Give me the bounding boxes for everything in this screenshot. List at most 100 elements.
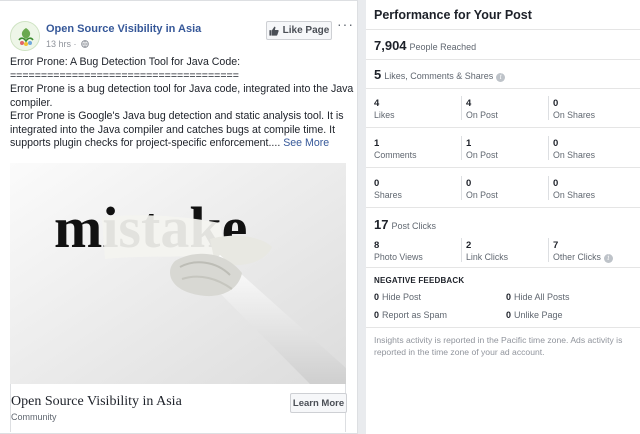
mistake-eraser-photo: mistake: [10, 163, 346, 384]
column-separator: [461, 176, 462, 200]
shares-cell: 0 Shares: [374, 178, 462, 200]
unlike-page-stat: 0 Unlike Page: [506, 310, 563, 320]
comments-on-shares-count: 0: [553, 138, 559, 149]
post-text-line: Error Prone: A Bug Detection Tool for Ja…: [10, 56, 241, 68]
like-page-button[interactable]: Like Page: [266, 21, 332, 40]
post-card: Open Source Visibility in Asia 13 hrs · …: [0, 0, 358, 434]
comments-label: Comments: [374, 150, 417, 160]
engagement-number: 5: [374, 67, 382, 82]
shares-on-shares-label: On Shares: [553, 190, 596, 200]
engagement-metric: 5 Likes, Comments & Shares i: [374, 66, 506, 84]
column-separator: [548, 96, 549, 120]
shares-on-post-count: 0: [466, 178, 472, 189]
post-text-line: compiler.: [10, 96, 53, 109]
comments-on-shares-cell: 0 On Shares: [553, 138, 640, 160]
divider: [366, 207, 640, 208]
likes-on-post-cell: 4 On Post: [466, 98, 554, 120]
negative-feedback-title: NEGATIVE FEEDBACK: [374, 276, 465, 285]
link-category: Community: [11, 412, 57, 422]
divider: [366, 267, 640, 268]
likes-on-post-label: On Post: [466, 110, 498, 120]
post-text-line-last: supports plugin checks for project-speci…: [10, 137, 350, 151]
post-clicks-metric: 17 Post Clicks: [374, 216, 436, 234]
divider: [366, 327, 640, 328]
report-spam-count: 0: [374, 310, 380, 320]
time-separator: ·: [73, 39, 77, 49]
shares-on-shares-count: 0: [553, 178, 559, 189]
post-text-line: =====================================: [10, 69, 239, 82]
comments-cell: 1 Comments: [374, 138, 462, 160]
column-separator: [548, 176, 549, 200]
shares-on-shares-cell: 0 On Shares: [553, 178, 640, 200]
comments-count: 1: [374, 138, 380, 149]
shares-on-post-cell: 0 On Post: [466, 178, 554, 200]
learn-more-button[interactable]: Learn More: [290, 393, 347, 413]
hide-all-posts-label: Hide All Posts: [514, 292, 570, 302]
post-timestamp[interactable]: 13 hrs ·: [46, 39, 89, 49]
insights-title: Performance for Your Post: [374, 8, 532, 22]
post-text-line: integrated into the Java compiler and ca…: [10, 123, 336, 136]
unlike-page-count: 0: [506, 310, 512, 320]
people-reached-metric: 7,904 People Reached: [374, 37, 476, 55]
page-avatar[interactable]: [10, 21, 40, 51]
more-options-icon[interactable]: ···: [337, 16, 354, 32]
likes-label: Likes: [374, 110, 395, 120]
report-spam-stat: 0 Report as Spam: [374, 310, 447, 320]
hide-post-stat: 0 Hide Post: [374, 292, 421, 302]
likes-cell: 4 Likes: [374, 98, 462, 120]
info-icon[interactable]: i: [603, 254, 613, 263]
insights-footnote: Insights activity is reported in the Pac…: [374, 335, 623, 357]
link-preview-image[interactable]: mistake: [10, 163, 346, 384]
divider: [366, 88, 640, 89]
post-text-line: Error Prone is a bug detection tool for …: [10, 83, 354, 95]
post-clicks-number: 17: [374, 217, 389, 232]
other-clicks-cell: 7 Other Clicks i: [553, 240, 640, 263]
likes-on-post-count: 4: [466, 98, 472, 109]
people-reached-number: 7,904: [374, 38, 407, 53]
engagement-label: Likes, Comments & Shares: [384, 71, 494, 81]
link-preview-footer[interactable]: Open Source Visibility in Asia Community…: [10, 384, 347, 432]
link-clicks-count: 2: [466, 240, 472, 251]
globe-icon: [81, 40, 89, 48]
see-more-link[interactable]: See More: [283, 137, 329, 149]
divider: [366, 59, 640, 60]
other-clicks-label-text: Other Clicks: [553, 252, 601, 262]
thumbs-up-icon: [269, 26, 279, 36]
column-separator: [548, 136, 549, 160]
page-name-link[interactable]: Open Source Visibility in Asia: [46, 23, 201, 35]
column-separator: [461, 136, 462, 160]
divider: [366, 167, 640, 168]
comments-on-post-cell: 1 On Post: [466, 138, 554, 160]
hide-all-posts-stat: 0 Hide All Posts: [506, 292, 570, 302]
hide-post-label: Hide Post: [382, 292, 422, 302]
column-separator: [461, 238, 462, 262]
unlike-page-label: Unlike Page: [514, 310, 563, 320]
post-text-line: Error Prone is Google's Java bug detecti…: [10, 110, 344, 122]
likes-on-shares-cell: 0 On Shares: [553, 98, 640, 120]
link-clicks-cell: 2 Link Clicks: [466, 240, 554, 262]
likes-on-shares-label: On Shares: [553, 110, 596, 120]
shares-on-post-label: On Post: [466, 190, 498, 200]
comments-on-post-label: On Post: [466, 150, 498, 160]
shares-label: Shares: [374, 190, 402, 200]
link-title[interactable]: Open Source Visibility in Asia: [11, 394, 182, 410]
other-clicks-label: Other Clicks i: [553, 252, 640, 263]
likes-count: 4: [374, 98, 380, 109]
likes-on-shares-count: 0: [553, 98, 559, 109]
hide-all-posts-count: 0: [506, 292, 512, 302]
people-reached-label: People Reached: [409, 42, 477, 52]
comments-on-post-count: 1: [466, 138, 472, 149]
other-clicks-count: 7: [553, 240, 559, 251]
like-page-label: Like Page: [282, 25, 330, 36]
column-separator: [548, 238, 549, 262]
info-icon[interactable]: i: [496, 73, 506, 82]
post-insights-panel: Performance for Your Post 7,904 People Re…: [366, 0, 640, 434]
post-time-text: 13 hrs: [46, 39, 72, 49]
report-spam-label: Report as Spam: [382, 310, 448, 320]
shares-count: 0: [374, 178, 380, 189]
post-clicks-label: Post Clicks: [391, 221, 436, 231]
divider: [366, 127, 640, 128]
photo-views-cell: 8 Photo Views: [374, 240, 462, 262]
photo-views-label: Photo Views: [374, 252, 423, 262]
post-message: Error Prone: A Bug Detection Tool for Ja…: [10, 56, 354, 151]
